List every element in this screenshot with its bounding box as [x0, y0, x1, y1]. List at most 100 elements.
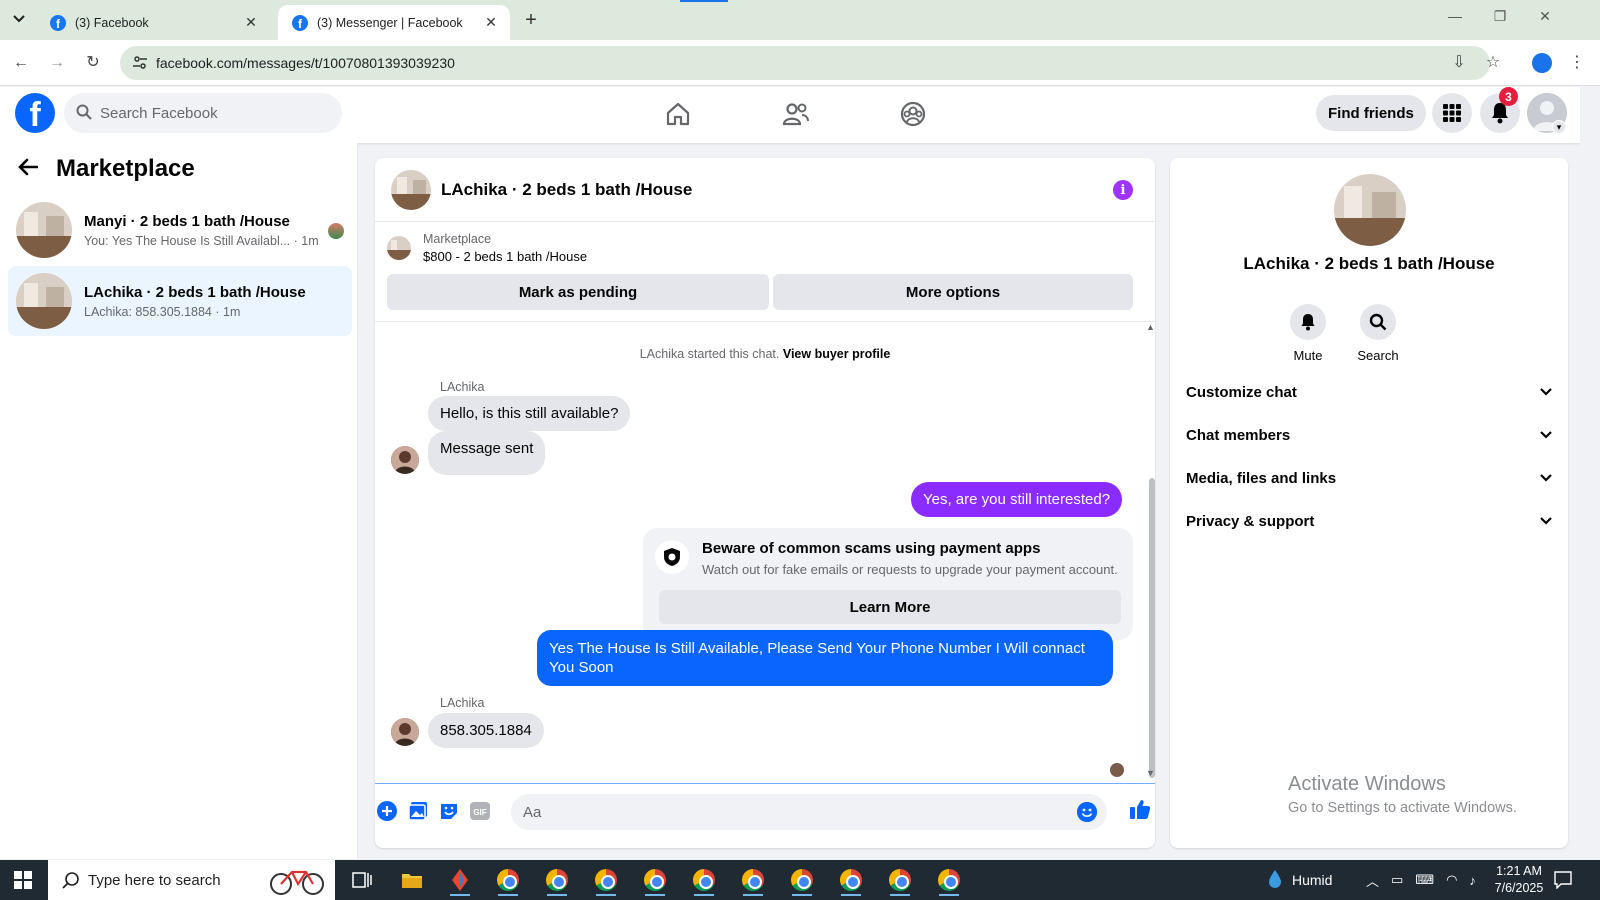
info-icon[interactable]: i [1113, 180, 1133, 200]
windows-start-icon[interactable] [14, 871, 32, 889]
conversation-name: Manyi · 2 beds 1 bath /House [84, 212, 290, 230]
thumbs-up-icon[interactable] [1128, 797, 1152, 821]
photo-icon[interactable] [406, 799, 430, 823]
plus-circle-icon[interactable] [375, 799, 399, 823]
chevron-down-icon [1540, 514, 1552, 528]
learn-more-button[interactable]: Learn More [659, 590, 1121, 624]
friends-icon[interactable] [779, 97, 813, 131]
tab-strip-accent [680, 0, 728, 2]
chrome-icon[interactable] [931, 864, 967, 896]
seen-receipt-avatar [1110, 763, 1124, 777]
view-buyer-profile-link[interactable]: View buyer profile [783, 347, 890, 361]
section-customize-chat[interactable]: Customize chat [1186, 370, 1552, 414]
mark-as-pending-button[interactable]: Mark as pending [387, 274, 769, 310]
section-label: Customize chat [1186, 383, 1297, 401]
browser-tab-facebook[interactable]: f (3) Facebook ✕ [36, 5, 270, 40]
more-options-button[interactable]: More options [773, 274, 1133, 310]
device-icon[interactable]: ▭ [1391, 872, 1403, 888]
back-arrow-icon[interactable]: ← [10, 52, 32, 74]
conversation-preview: LAchika: 858.305.1884 · 1m [84, 304, 241, 319]
notification-center-icon[interactable] [1548, 864, 1578, 896]
find-friends-button[interactable]: Find friends [1316, 95, 1426, 131]
chrome-icon[interactable] [637, 864, 673, 896]
message-bubble-incoming[interactable]: Hello, is this still available? [428, 396, 631, 431]
back-arrow-icon[interactable] [18, 156, 39, 182]
page-scrollbar[interactable] [1580, 87, 1600, 859]
wifi-icon[interactable]: ◠ [1446, 872, 1457, 888]
bookmark-star-icon[interactable]: ☆ [1482, 52, 1504, 72]
scroll-up-icon[interactable]: ▲ [1146, 322, 1155, 332]
section-media-files-links[interactable]: Media, files and links [1186, 456, 1552, 500]
browser-menu-icon[interactable]: ⋮ [1566, 52, 1588, 72]
message-input[interactable]: Aa [511, 794, 1107, 830]
file-explorer-icon[interactable] [394, 864, 430, 896]
pinned-app-icon[interactable] [442, 864, 478, 896]
facebook-logo-icon[interactable]: f [15, 93, 55, 133]
groups-icon[interactable] [896, 97, 930, 131]
sender-avatar[interactable] [391, 446, 419, 474]
restore-icon[interactable]: ❐ [1485, 8, 1515, 25]
gif-icon[interactable]: GIF [468, 799, 492, 823]
message-bubble-outgoing[interactable]: Yes The House Is Still Available, Please… [537, 630, 1113, 686]
mute-button[interactable]: Mute [1278, 304, 1338, 363]
search-in-conversation-button[interactable]: Search [1348, 304, 1408, 363]
divider [375, 321, 1155, 322]
chrome-icon[interactable] [735, 864, 771, 896]
message-bubble-incoming[interactable]: 858.305.1884 [428, 713, 544, 748]
conversation-item-lachika[interactable]: LAchika · 2 beds 1 bath /House LAchika: … [8, 266, 352, 336]
activate-windows-watermark: Activate Windows Go to Settings to activ… [1288, 773, 1517, 816]
chat-scrollbar-thumb[interactable] [1149, 478, 1155, 778]
speaker-icon[interactable]: ♪ [1469, 873, 1476, 888]
conversation-item-manyi[interactable]: Manyi · 2 beds 1 bath /House You: Yes Th… [8, 195, 352, 265]
listing-photo-avatar[interactable] [391, 169, 431, 210]
tab-search-dropdown-button[interactable] [8, 8, 30, 30]
chrome-icon[interactable] [784, 864, 820, 896]
chevron-down-icon [13, 15, 25, 23]
listing-thumbnail [387, 236, 411, 260]
browser-profile-avatar[interactable] [1532, 53, 1552, 73]
close-window-icon[interactable]: ✕ [1530, 8, 1560, 25]
site-settings-icon[interactable] [132, 55, 148, 71]
minimize-icon[interactable]: — [1440, 8, 1470, 24]
listing-photo-avatar[interactable] [1334, 174, 1406, 246]
chat-title[interactable]: LAchika · 2 beds 1 bath /House [441, 180, 692, 200]
home-icon[interactable] [661, 97, 695, 131]
bicycle-icon [268, 864, 326, 896]
task-view-icon[interactable] [344, 864, 380, 896]
clock-time: 1:21 AM [1496, 864, 1542, 878]
panel-header: Marketplace [18, 155, 195, 183]
listing-summary[interactable]: Marketplace $800 - 2 beds 1 bath /House [387, 232, 587, 264]
menu-grid-button[interactable] [1432, 93, 1472, 133]
chevron-up-icon[interactable]: ︿ [1366, 871, 1379, 890]
section-privacy-support[interactable]: Privacy & support [1186, 499, 1552, 543]
search-icon [76, 104, 92, 124]
new-tab-button[interactable]: + [520, 9, 542, 32]
listing-photo-avatar [16, 273, 72, 329]
browser-tab-messenger[interactable]: f (3) Messenger | Facebook ✕ [278, 5, 510, 40]
weather-widget[interactable]: Humid [1268, 860, 1332, 900]
taskbar-clock[interactable]: 1:21 AM 7/6/2025 [1484, 863, 1554, 897]
scroll-down-icon[interactable]: ▼ [1146, 768, 1155, 778]
chrome-icon[interactable] [833, 864, 869, 896]
reload-icon[interactable]: ↻ [82, 52, 104, 74]
address-bar[interactable]: facebook.com/messages/t/1007080139303923… [120, 46, 1490, 80]
chrome-icon[interactable] [490, 864, 526, 896]
chrome-icon[interactable] [588, 864, 624, 896]
close-tab-icon[interactable]: ✕ [482, 14, 500, 31]
language-icon[interactable]: ⌨ [1415, 872, 1434, 888]
forward-arrow-icon[interactable]: → [46, 52, 68, 74]
emoji-icon[interactable] [1077, 802, 1097, 822]
close-tab-icon[interactable]: ✕ [242, 14, 260, 31]
section-chat-members[interactable]: Chat members [1186, 413, 1552, 457]
chrome-icon[interactable] [539, 864, 575, 896]
search-icon [62, 871, 80, 893]
chrome-icon[interactable] [686, 864, 722, 896]
message-bubble-incoming[interactable]: Message sent [428, 431, 546, 475]
facebook-search-input[interactable]: Search Facebook [64, 93, 342, 133]
chevron-down-icon[interactable]: ▾ [1552, 120, 1566, 134]
install-app-icon[interactable]: ⇩ [1448, 52, 1470, 72]
sticker-icon[interactable] [437, 799, 461, 823]
message-bubble-outgoing[interactable]: Yes, are you still interested? [911, 482, 1123, 517]
sender-avatar[interactable] [391, 718, 419, 746]
chrome-icon[interactable] [882, 864, 918, 896]
